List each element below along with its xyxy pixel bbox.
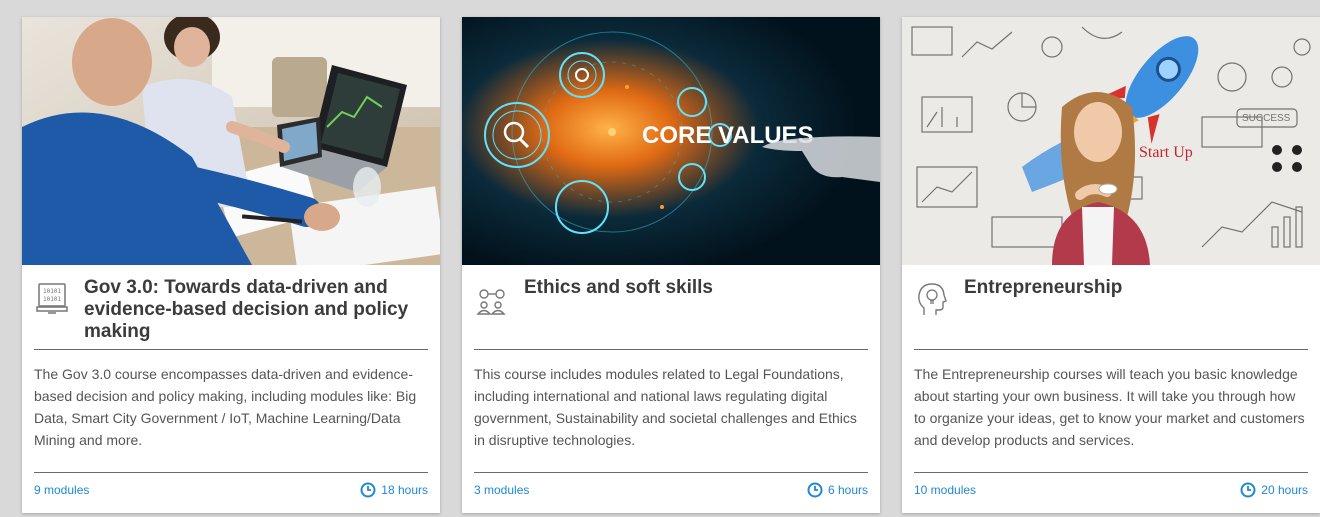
course-image-startup[interactable]: SUCCESS Start Up [902,17,1320,265]
course-card-entrepreneurship[interactable]: SUCCESS Start Up Entrepreneurship The En… [902,17,1320,513]
course-image-meeting[interactable] [22,17,440,265]
course-description: The Gov 3.0 course encompasses data-driv… [34,366,417,448]
svg-text:10101: 10101 [43,296,61,303]
modules-count-link[interactable]: 10 modules [914,483,976,497]
clock-icon [360,482,376,498]
course-card-gov30[interactable]: 10101 10101 Gov 3.0: Towards data-driven… [22,17,440,513]
duration: 18 hours [360,482,428,498]
modules-count-link[interactable]: 3 modules [474,483,529,497]
duration-hours: 18 hours [381,483,428,497]
svg-text:10101: 10101 [43,288,61,295]
divider [474,472,868,473]
divider [34,472,428,473]
course-grid: 10101 10101 Gov 3.0: Towards data-driven… [22,17,1320,513]
start-up-image-text: Start Up [1139,144,1193,161]
course-image-core-values[interactable]: CORE VALUES [462,17,880,265]
clock-icon [807,482,823,498]
course-header: Ethics and soft skills [462,265,880,349]
success-image-text: SUCCESS [1242,113,1291,124]
clock-icon [1240,482,1256,498]
course-title[interactable]: Entrepreneurship [964,277,1122,299]
divider [914,472,1308,473]
modules-count-link[interactable]: 9 modules [34,483,89,497]
course-title[interactable]: Gov 3.0: Towards data-driven and evidenc… [84,277,428,343]
duration: 6 hours [807,482,868,498]
course-footer: 10 modules 20 hours [914,482,1308,498]
binary-monitor-icon: 10101 10101 [36,281,68,317]
course-card-ethics[interactable]: CORE VALUES Ethics and soft skills This … [462,17,880,513]
head-lightbulb-icon [916,281,948,317]
course-footer: 3 modules 6 hours [474,482,868,498]
course-description: This course includes modules related to … [474,366,857,448]
course-description: The Entrepreneurship courses will teach … [914,366,1305,448]
people-network-icon [476,281,508,317]
duration-hours: 6 hours [827,483,868,497]
course-header: 10101 10101 Gov 3.0: Towards data-driven… [22,265,440,349]
duration: 20 hours [1240,482,1308,498]
course-footer: 9 modules 18 hours [34,482,428,498]
course-title[interactable]: Ethics and soft skills [524,277,713,299]
duration-hours: 20 hours [1261,483,1308,497]
course-header: Entrepreneurship [902,265,1320,349]
